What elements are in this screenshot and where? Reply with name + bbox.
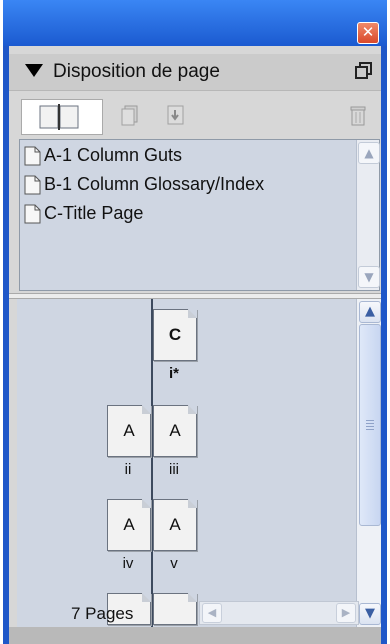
page-fold-corner — [188, 593, 197, 602]
pages-panel: Disposition de page A-1 Column Guts B-1 … — [9, 46, 381, 644]
page-fold-corner — [142, 499, 151, 508]
pages-spread-icon — [39, 104, 79, 130]
window-frame: ✕ Disposition de page A-1 Column Guts B-… — [3, 0, 387, 644]
page-number-label: v — [170, 555, 178, 572]
page-thumbnail[interactable]: A — [107, 499, 151, 551]
page-number-label: iv — [122, 555, 134, 572]
chevron-up-icon[interactable]: ▲ — [358, 142, 380, 164]
pages-scrollbar[interactable]: ▲ ▼ — [356, 299, 381, 627]
chevron-up-icon[interactable]: ▲ — [359, 301, 381, 323]
master-label: B-1 Column Glossary/Index — [44, 173, 265, 194]
page-thumbnail[interactable]: C — [153, 309, 197, 361]
load-master-icon[interactable] — [167, 104, 185, 126]
master-label: C-Title Page — [44, 202, 144, 223]
chevron-down-icon[interactable]: ▼ — [359, 603, 381, 625]
master-pages-list: A-1 Column Guts B-1 Column Glossary/Inde… — [19, 139, 380, 291]
panel-menu-icon[interactable] — [355, 62, 372, 79]
page-thumbnail[interactable]: A — [153, 499, 197, 551]
page-fold-corner — [188, 405, 197, 414]
page-count: 7 Pages — [71, 604, 134, 623]
page-thumbnail[interactable] — [153, 593, 197, 625]
page-fold-corner — [188, 499, 197, 508]
triangle-down-icon[interactable] — [25, 64, 43, 77]
title-bar: ✕ — [3, 0, 387, 46]
close-button[interactable]: ✕ — [357, 22, 379, 44]
page-thumbnail[interactable]: A — [153, 405, 197, 457]
scrollbar-thumb[interactable] — [359, 324, 381, 526]
page-number-label: iii — [169, 461, 179, 478]
page-number-label: ii — [124, 461, 132, 478]
list-item[interactable]: B-1 Column Glossary/Index — [24, 171, 264, 197]
masters-scrollbar[interactable]: ▲ ▼ — [356, 140, 380, 290]
panel-title: Disposition de page — [53, 61, 220, 82]
status-bar — [9, 627, 381, 644]
page-fold-corner — [142, 593, 151, 602]
new-page-icon[interactable] — [121, 104, 139, 126]
master-label: A-1 Column Guts — [44, 144, 183, 165]
chevron-right-icon[interactable]: ▶ — [336, 603, 356, 623]
page-fold-corner — [142, 405, 151, 414]
panel-header: Disposition de page — [9, 54, 381, 91]
list-item[interactable]: C-Title Page — [24, 200, 143, 226]
page-icon — [24, 173, 42, 195]
page-thumbnail[interactable]: A — [107, 405, 151, 457]
horizontal-scrollbar[interactable]: ◀ ▶ — [199, 601, 359, 625]
panel-toolbar — [9, 94, 381, 136]
list-item[interactable]: A-1 Column Guts — [24, 142, 182, 168]
chevron-down-icon[interactable]: ▼ — [358, 266, 380, 288]
page-fold-corner — [188, 309, 197, 318]
view-pages-button[interactable] — [21, 99, 103, 135]
page-icon — [24, 202, 42, 224]
chevron-left-icon[interactable]: ◀ — [202, 603, 222, 623]
document-pages-area: C i* A A ii iii A A iv v ▲ ▼ — [17, 299, 381, 627]
page-icon — [24, 144, 42, 166]
trash-icon[interactable] — [349, 104, 367, 126]
page-number-label: i* — [168, 365, 179, 382]
